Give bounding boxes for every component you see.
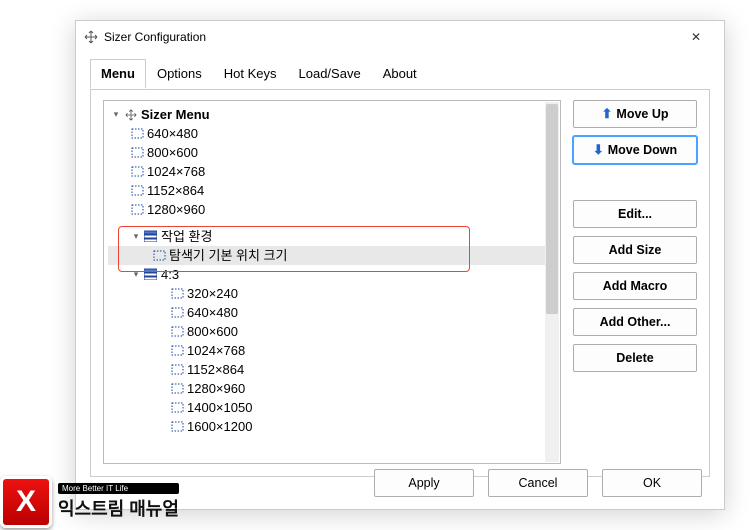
arrow-down-icon: ⬇ (593, 142, 604, 158)
tree-item-label: 800×600 (187, 322, 238, 341)
size-icon (130, 203, 144, 216)
edit-button[interactable]: Edit... (573, 200, 697, 228)
tree-item[interactable]: 1152×864 (108, 360, 558, 379)
add-other-button[interactable]: Add Other... (573, 308, 697, 336)
watermark: X More Better IT Life 익스트림 매뉴얼 (0, 476, 179, 528)
watermark-brand: 익스트림 매뉴얼 (58, 495, 179, 521)
menu-tree[interactable]: ▾ Sizer Menu 640×480 800×600 1024×768 11… (103, 100, 561, 464)
window-title: Sizer Configuration (104, 30, 206, 44)
chevron-down-icon[interactable]: ▾ (130, 227, 142, 246)
size-icon (130, 127, 144, 140)
move-icon (124, 108, 138, 121)
scroll-thumb[interactable] (546, 104, 558, 314)
tab-panel: ▾ Sizer Menu 640×480 800×600 1024×768 11… (90, 89, 710, 477)
tree-item-label: 1280×960 (147, 200, 205, 219)
tree-item-label: 1600×1200 (187, 417, 252, 436)
chevron-down-icon[interactable]: ▾ (110, 105, 122, 124)
tree-item-label: 800×600 (147, 143, 198, 162)
group-icon (144, 230, 158, 243)
tree-group-custom[interactable]: ▾ 작업 환경 (108, 227, 558, 246)
tree-item-label: 1152×864 (147, 181, 204, 200)
cancel-button[interactable]: Cancel (488, 469, 588, 497)
tree-item[interactable]: 1024×768 (108, 162, 558, 181)
side-buttons: ⬆ Move Up ⬇ Move Down Edit... Add Size A… (573, 100, 697, 464)
tab-hotkeys[interactable]: Hot Keys (213, 59, 288, 89)
tree-item-label: 1024×768 (187, 341, 245, 360)
tree-separator (108, 219, 558, 227)
size-icon (130, 184, 144, 197)
titlebar: Sizer Configuration ✕ (76, 21, 724, 53)
tree-group-label: 4:3 (161, 265, 179, 284)
tree-item[interactable]: 1024×768 (108, 341, 558, 360)
footer-buttons: Apply Cancel OK (374, 469, 702, 497)
size-icon (130, 165, 144, 178)
tree-item[interactable]: 800×600 (108, 322, 558, 341)
chevron-down-icon[interactable]: ▾ (130, 265, 142, 284)
size-icon (152, 249, 166, 262)
button-label: Move Down (608, 143, 677, 157)
close-button[interactable]: ✕ (676, 30, 716, 44)
tree-item-label: 1400×1050 (187, 398, 252, 417)
size-icon (170, 420, 184, 433)
size-icon (170, 306, 184, 319)
add-macro-button[interactable]: Add Macro (573, 272, 697, 300)
size-icon (170, 287, 184, 300)
tree-item-label: 1152×864 (187, 360, 244, 379)
tab-options[interactable]: Options (146, 59, 213, 89)
tree-item[interactable]: 640×480 (108, 303, 558, 322)
add-size-button[interactable]: Add Size (573, 236, 697, 264)
tree-group-ratio[interactable]: ▾ 4:3 (108, 265, 558, 284)
size-icon (130, 146, 144, 159)
tab-menu[interactable]: Menu (90, 59, 146, 89)
button-label: Move Up (616, 107, 668, 121)
tree-item-label: 1280×960 (187, 379, 245, 398)
tree-item[interactable]: 320×240 (108, 284, 558, 303)
size-icon (170, 363, 184, 376)
apply-button[interactable]: Apply (374, 469, 474, 497)
tree-root-label: Sizer Menu (141, 105, 210, 124)
delete-button[interactable]: Delete (573, 344, 697, 372)
tree-item-selected[interactable]: 탐색기 기본 위치 크기 (108, 246, 558, 265)
group-icon (144, 268, 158, 281)
tree-item[interactable]: 1400×1050 (108, 398, 558, 417)
ok-button[interactable]: OK (602, 469, 702, 497)
tab-bar: Menu Options Hot Keys Load/Save About (76, 59, 724, 89)
tree-item[interactable]: 1600×1200 (108, 417, 558, 436)
size-icon (170, 382, 184, 395)
tree-item-label: 탐색기 기본 위치 크기 (169, 246, 287, 265)
tree-group-label: 작업 환경 (161, 227, 212, 246)
tree-item[interactable]: 1280×960 (108, 200, 558, 219)
size-icon (170, 401, 184, 414)
size-icon (170, 325, 184, 338)
move-up-button[interactable]: ⬆ Move Up (573, 100, 697, 128)
size-icon (170, 344, 184, 357)
tree-item-label: 640×480 (147, 124, 198, 143)
tree-item[interactable]: 1152×864 (108, 181, 558, 200)
tab-loadsave[interactable]: Load/Save (288, 59, 372, 89)
tree-item-label: 320×240 (187, 284, 238, 303)
tree-item[interactable]: 800×600 (108, 143, 558, 162)
arrow-up-icon: ⬆ (602, 106, 613, 122)
tree-root[interactable]: ▾ Sizer Menu (108, 105, 558, 124)
tree-item-label: 640×480 (187, 303, 238, 322)
tab-about[interactable]: About (372, 59, 428, 89)
move-down-button[interactable]: ⬇ Move Down (573, 136, 697, 164)
scrollbar[interactable] (545, 102, 559, 462)
tree-item-label: 1024×768 (147, 162, 205, 181)
app-icon (84, 30, 98, 44)
watermark-tagline: More Better IT Life (58, 483, 179, 494)
tree-item[interactable]: 640×480 (108, 124, 558, 143)
config-window: Sizer Configuration ✕ Menu Options Hot K… (75, 20, 725, 510)
watermark-logo: X (0, 476, 52, 528)
tree-item[interactable]: 1280×960 (108, 379, 558, 398)
